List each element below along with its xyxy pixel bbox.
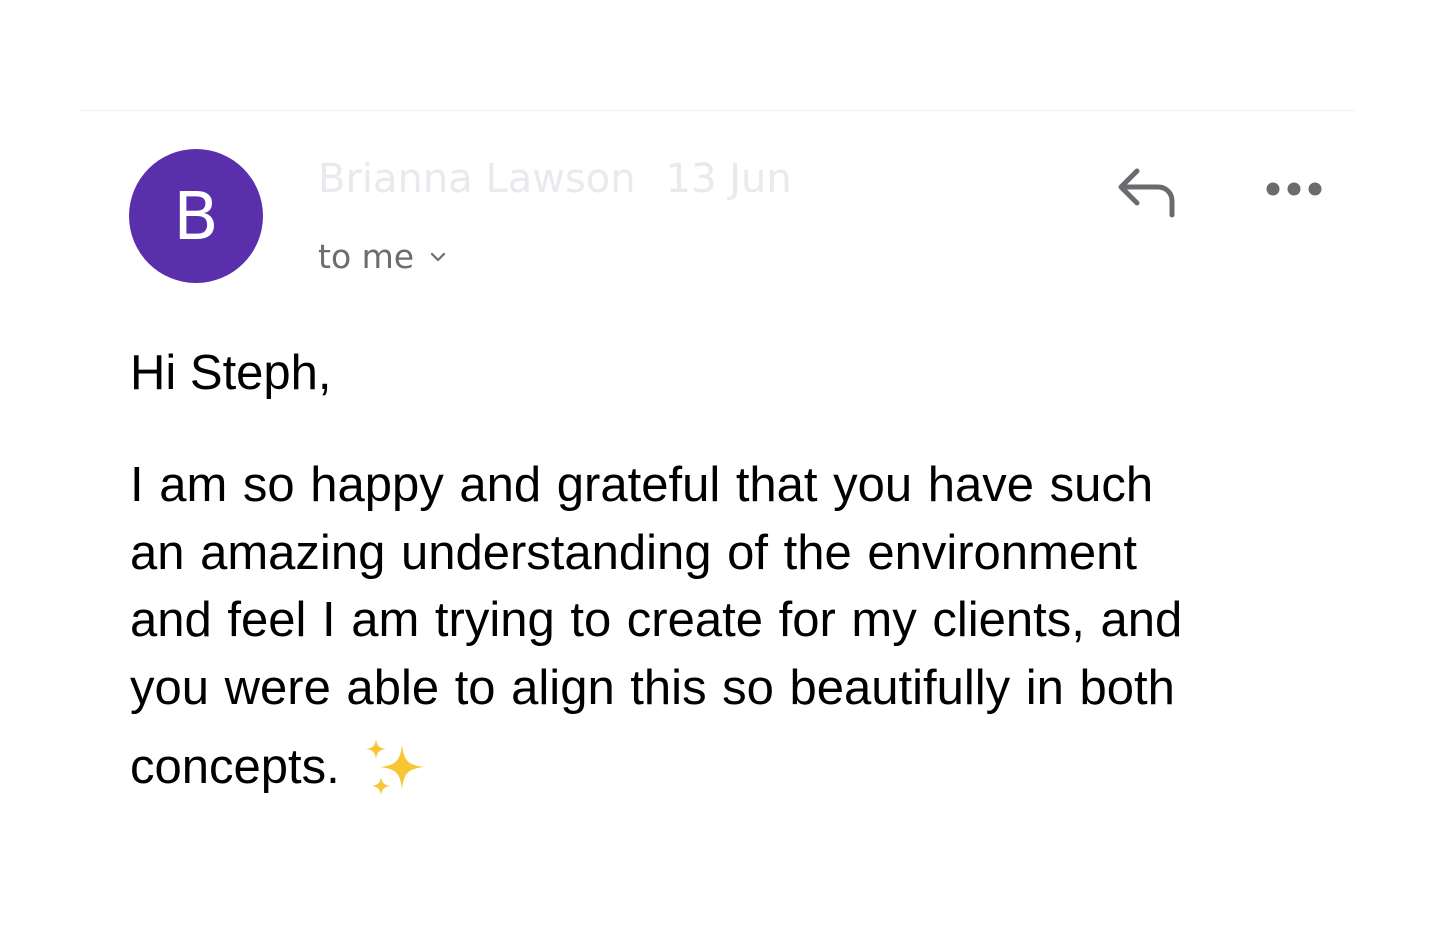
avatar[interactable]: B xyxy=(129,149,263,283)
more-horizontal-icon xyxy=(1266,182,1322,196)
sparkles-icon xyxy=(365,738,424,795)
body-last-line: concepts. xyxy=(130,734,1330,802)
body-line: concepts. xyxy=(130,740,340,794)
email-body: I am so happy and grateful that you have… xyxy=(130,452,1330,802)
recipient-toggle[interactable]: to me xyxy=(318,236,448,276)
reply-button[interactable] xyxy=(1108,158,1184,224)
body-line: an amazing understanding of the environm… xyxy=(130,525,1137,580)
sender-name[interactable]: Brianna Lawson xyxy=(318,156,636,202)
body-line: you were able to align this so beautiful… xyxy=(130,660,1175,715)
message-date: 13 Jun xyxy=(665,156,792,202)
avatar-letter: B xyxy=(173,178,219,255)
more-options-button[interactable] xyxy=(1256,166,1332,212)
reply-icon xyxy=(1118,168,1175,218)
sender-line: Brianna Lawson 13 Jun xyxy=(318,156,792,202)
chevron-down-icon xyxy=(430,252,446,262)
recipient-label: to me xyxy=(318,236,415,276)
email-greeting: Hi Steph, xyxy=(130,346,332,400)
body-line: and feel I am trying to create for my cl… xyxy=(130,593,1183,647)
body-line: I am so happy and grateful that you have… xyxy=(130,458,1154,512)
header-divider xyxy=(80,110,1355,111)
